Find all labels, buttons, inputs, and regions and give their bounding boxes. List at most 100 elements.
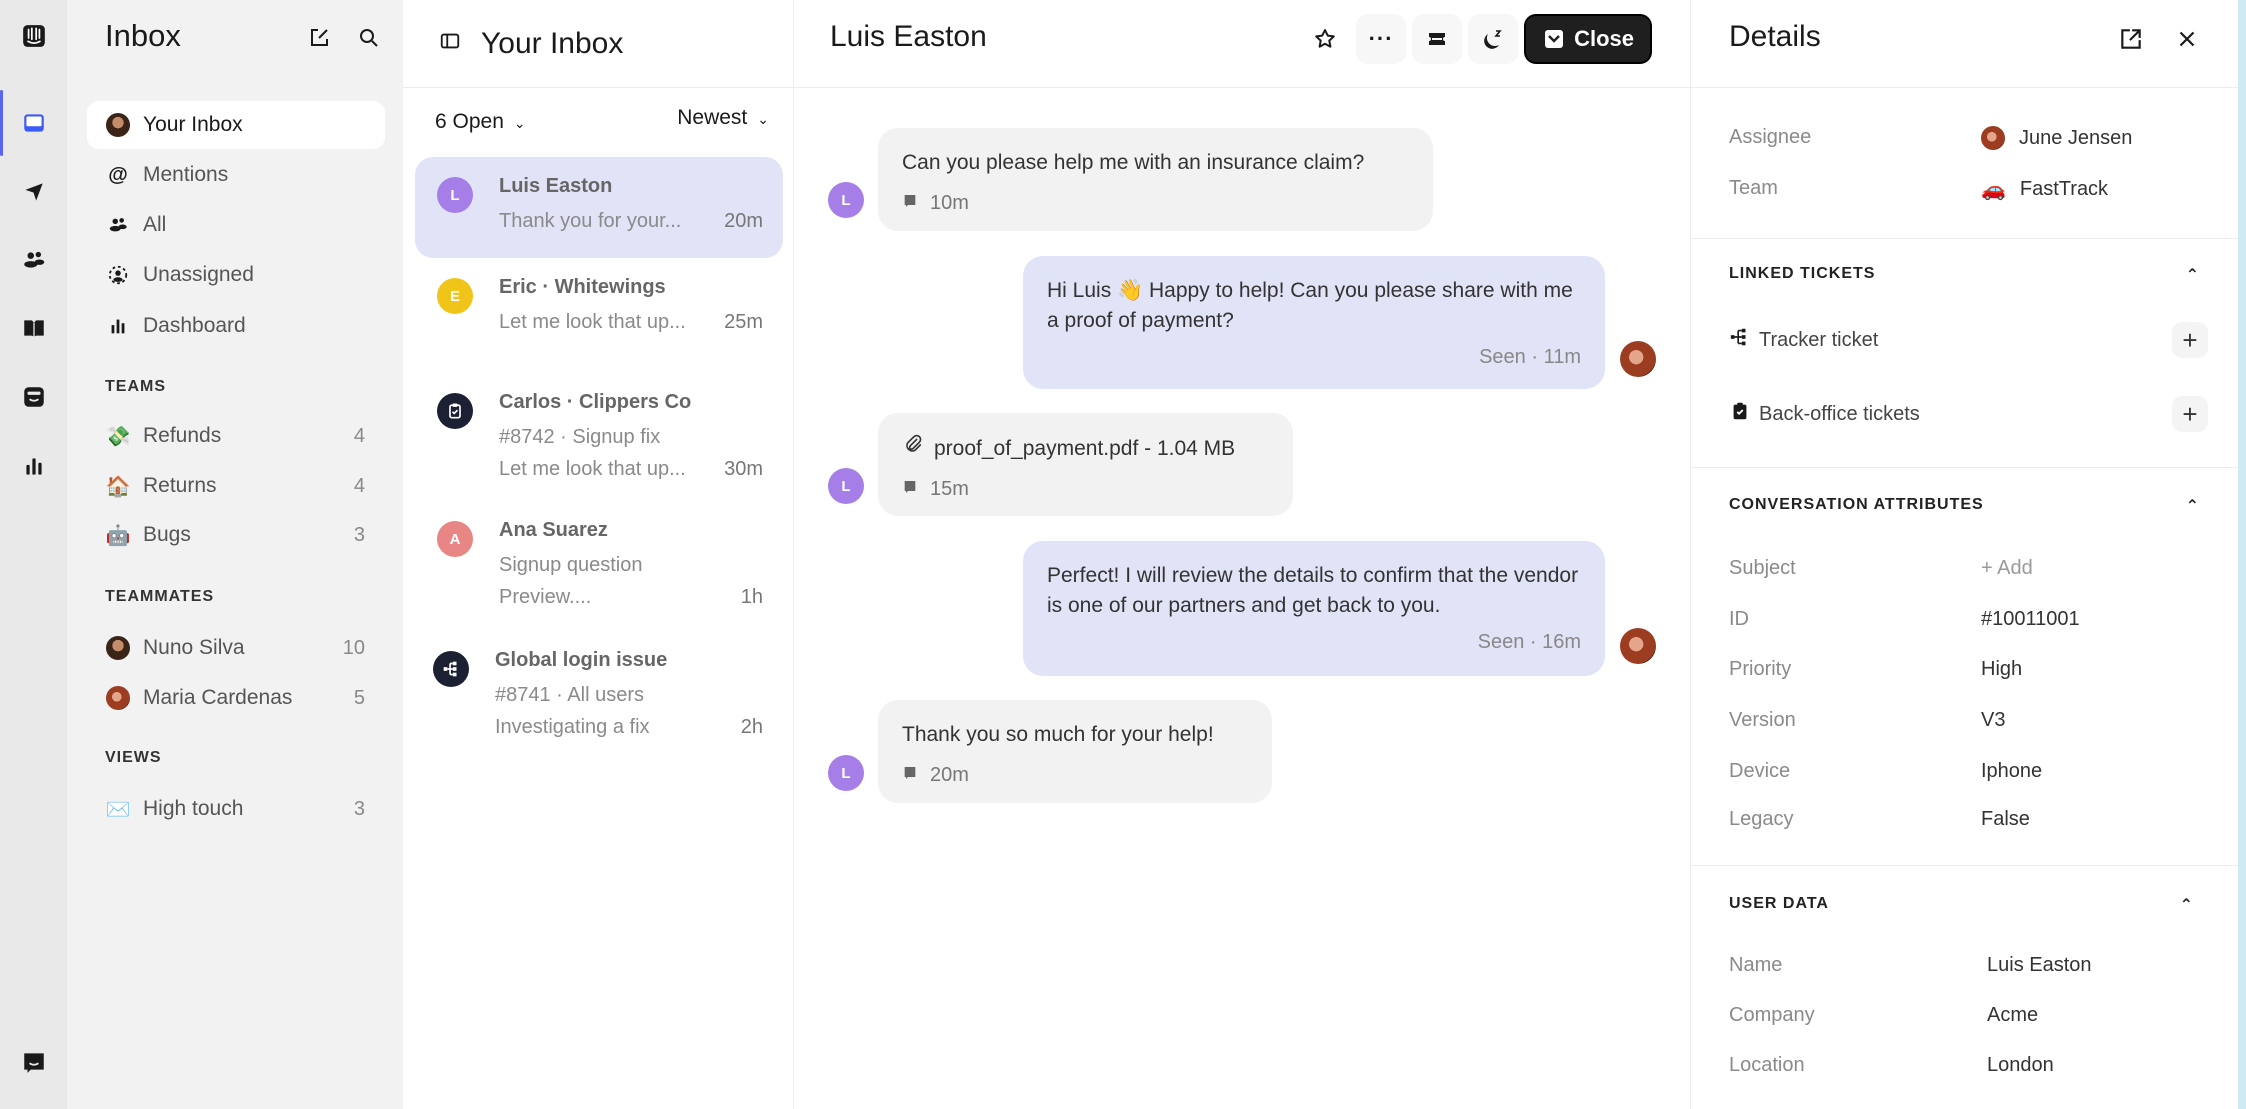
agent-avatar: [1620, 341, 1656, 377]
avatar: L: [437, 177, 473, 213]
attribute-value: #10011001: [1981, 608, 2080, 630]
message-text[interactable]: Hi Luis 👋 Happy to help! Can you please …: [1047, 276, 1581, 336]
message-text[interactable]: Can you please help me with an insurance…: [902, 148, 1409, 178]
attribute-value: False: [1981, 808, 2030, 830]
item-count: 4: [353, 474, 365, 497]
details-panel: Details Assignee June Jensen Team 🚗 FastT…: [1690, 0, 2238, 1109]
knowledge-book-icon[interactable]: [20, 314, 48, 342]
close-icon[interactable]: [2174, 26, 2200, 57]
message-text[interactable]: Thank you so much for your help!: [902, 720, 1248, 750]
back-office-tickets-row: Back-office tickets +: [1729, 396, 2208, 432]
convert-to-ticket-button[interactable]: [1412, 14, 1463, 64]
reports-bar-chart-icon[interactable]: [20, 452, 48, 480]
attribute-value: Luis Easton: [1987, 954, 2092, 976]
search-icon[interactable]: [355, 24, 383, 52]
messenger-icon[interactable]: [20, 383, 48, 411]
attribute-value: V3: [1981, 709, 2006, 731]
conversation-item[interactable]: Global login issue #8741 · All users Inv…: [415, 631, 783, 761]
sidebar-item-high-touch[interactable]: ✉️ High touch 3: [87, 785, 385, 833]
message-text[interactable]: Perfect! I will review the details to co…: [1047, 561, 1581, 621]
message-seen-status: Seen · 11m: [1479, 346, 1581, 368]
user-data-row[interactable]: Name Luis Easton: [1729, 954, 2200, 977]
snooze-button[interactable]: [1468, 14, 1519, 64]
attribute-row[interactable]: Subject + Add: [1729, 557, 2200, 580]
conversation-attributes-header[interactable]: CONVERSATION ATTRIBUTES ⌃: [1729, 496, 2200, 516]
assignee-row[interactable]: Assignee June Jensen: [1729, 126, 2200, 150]
sidebar-item-nuno-silva[interactable]: Nuno Silva 10: [87, 624, 385, 672]
sidebar-item-all[interactable]: All: [87, 201, 385, 249]
conversation-title: Luis Easton: [830, 20, 987, 53]
chevron-up-icon: ⌃: [2185, 267, 2200, 284]
message-incoming: proof_of_payment.pdf - 1.04 MB 15m: [878, 413, 1293, 516]
attribute-row[interactable]: Version V3: [1729, 709, 2200, 732]
conversation-item[interactable]: Carlos · Clippers Co #8742 · Signup fix …: [415, 373, 783, 501]
attribute-row[interactable]: Priority High: [1729, 658, 2200, 681]
conversation-name: Global login issue: [495, 649, 668, 671]
attribute-label: Device: [1729, 760, 1791, 782]
add-tracker-ticket-button[interactable]: +: [2172, 322, 2208, 358]
nav-rail: [0, 0, 67, 1109]
conversation-item[interactable]: L Luis Easton Thank you for your... 20m: [415, 157, 783, 258]
inbox-icon[interactable]: [20, 109, 48, 137]
item-count: 3: [353, 523, 365, 546]
user-data-header[interactable]: USER DATA ⌃: [1729, 895, 2194, 915]
people-icon: [105, 212, 131, 238]
user-data-row[interactable]: Company Acme: [1729, 1004, 2200, 1027]
contacts-icon[interactable]: [20, 246, 48, 274]
sidebar-item-returns[interactable]: 🏠 Returns 4: [87, 462, 385, 510]
app-logo-icon[interactable]: [20, 22, 48, 50]
add-back-office-ticket-button[interactable]: +: [2172, 396, 2208, 432]
compose-icon[interactable]: [305, 24, 333, 52]
conversation-item[interactable]: A Ana Suarez Signup question Preview....…: [415, 501, 783, 631]
messenger-channel-icon: [902, 474, 918, 504]
sidebar-item-refunds[interactable]: 💸 Refunds 4: [87, 412, 385, 460]
conversation-preview: Thank you for your...: [499, 209, 682, 232]
clipboard-check-icon: [1729, 400, 1751, 428]
message-incoming: Thank you so much for your help! 20m: [878, 700, 1272, 803]
attribute-row[interactable]: ID #10011001: [1729, 608, 2200, 631]
team-value: FastTrack: [2019, 178, 2109, 200]
close-conversation-button[interactable]: Close: [1524, 14, 1652, 64]
customer-avatar: L: [828, 755, 864, 791]
ellipsis-icon: ···: [1368, 26, 1394, 51]
sidebar-item-mentions[interactable]: @ Mentions: [87, 151, 385, 199]
attribute-value: High: [1981, 658, 2023, 680]
add-subject-link[interactable]: + Add: [1981, 557, 2033, 580]
attribute-label: Legacy: [1729, 808, 1794, 830]
chat-bubble-icon[interactable]: [20, 1048, 48, 1076]
star-button[interactable]: [1300, 14, 1350, 64]
close-label: Close: [1574, 26, 1634, 51]
chevron-down-icon: ⌄: [757, 111, 769, 127]
status-filter-label: 6 Open: [435, 110, 504, 133]
avatar: [106, 113, 130, 137]
attribute-label: Priority: [1729, 658, 1792, 680]
details-title: Details: [1729, 20, 1821, 53]
sidebar-item-bugs[interactable]: 🤖 Bugs 3: [87, 511, 385, 559]
window-edge: [2238, 0, 2246, 1109]
sidebar-item-dashboard[interactable]: Dashboard: [87, 302, 385, 350]
attachment-link[interactable]: proof_of_payment.pdf - 1.04 MB: [902, 433, 1269, 464]
sidebar-item-unassigned[interactable]: Unassigned: [87, 251, 385, 299]
team-row[interactable]: Team 🚗 FastTrack: [1729, 177, 2200, 202]
status-filter-dropdown[interactable]: 6 Open ⌄: [435, 110, 526, 134]
sidebar-item-label: Your Inbox: [143, 113, 243, 136]
item-count: 5: [353, 686, 365, 709]
sidebar-item-your-inbox[interactable]: Your Inbox: [87, 101, 385, 149]
attribute-value: Acme: [1987, 1004, 2039, 1026]
user-data-row[interactable]: Location London: [1729, 1054, 2200, 1077]
conversation-time: 1h: [740, 585, 763, 608]
message-time: 15m: [930, 478, 969, 500]
linked-tickets-header[interactable]: LINKED TICKETS ⌃: [1729, 265, 2200, 285]
sidebar-item-maria-cardenas[interactable]: Maria Cardenas 5: [87, 674, 385, 722]
more-options-button[interactable]: ···: [1356, 14, 1407, 64]
conversation-item[interactable]: E Eric · Whitewings Let me look that up.…: [415, 258, 783, 373]
toggle-sidebar-icon[interactable]: [439, 30, 461, 57]
open-external-icon[interactable]: [2118, 26, 2144, 57]
sidebar-item-label: Dashboard: [143, 314, 246, 337]
message-incoming: Can you please help me with an insurance…: [878, 128, 1433, 231]
sort-dropdown[interactable]: Newest ⌄: [677, 106, 769, 134]
star-icon: [1315, 29, 1335, 48]
outbound-send-icon[interactable]: [20, 178, 48, 206]
attribute-row[interactable]: Legacy False: [1729, 808, 2200, 831]
attribute-row[interactable]: Device Iphone: [1729, 760, 2200, 783]
